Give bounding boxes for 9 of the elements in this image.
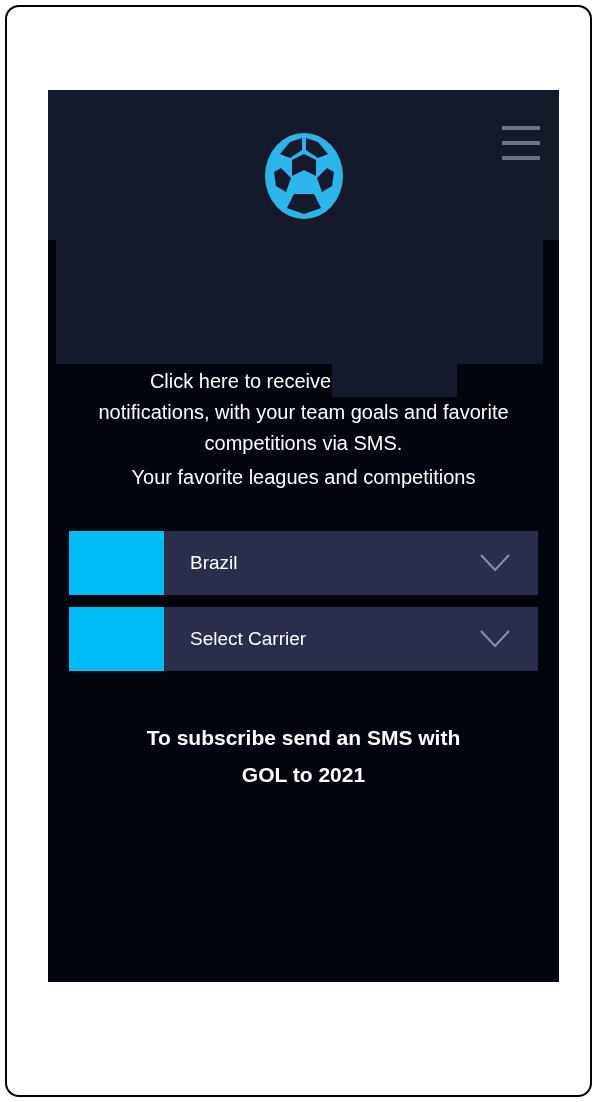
subscribe-instructions: To subscribe send an SMS with GOL to 2021 — [145, 725, 462, 788]
soccer-ball-icon — [263, 132, 344, 220]
chevron-down-icon — [480, 554, 510, 572]
intro-text: Click here to receive notifications, with your team goals and favorite competitions via SMS. — [48, 366, 559, 459]
chevron-down-icon — [480, 630, 510, 648]
select-dropdown[interactable]: Brazil — [69, 531, 538, 595]
select-dropdown[interactable]: Select Carrier — [69, 607, 538, 671]
menu-icon[interactable] — [502, 126, 540, 160]
subtitle-text: Your favorite leagues and competitions — [130, 465, 477, 490]
